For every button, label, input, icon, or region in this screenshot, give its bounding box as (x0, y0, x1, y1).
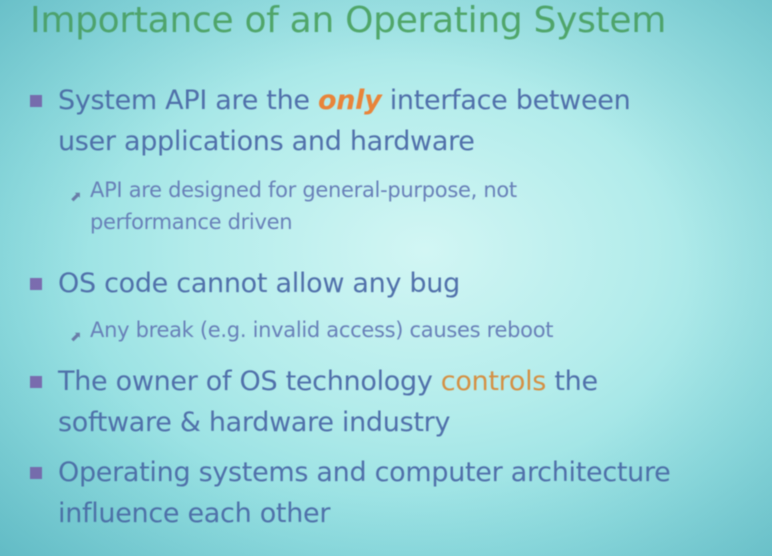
bullet-text-2: OS code cannot allow any bug (58, 268, 460, 299)
bullet-1-line1-post: interface between (381, 85, 631, 116)
bullet-1-line1-pre: System API are the (58, 85, 319, 116)
bullet-text-1: System API are the only interface betwee… (58, 80, 631, 162)
bullet-3-line1-pre: The owner of OS technology (58, 366, 441, 397)
bullet-item-1: System API are the only interface betwee… (30, 80, 631, 162)
square-bullet-icon (30, 467, 42, 479)
square-bullet-icon (30, 376, 42, 388)
bullet-4-line1: Operating systems and computer architect… (58, 457, 671, 488)
bullet-item-2: OS code cannot allow any bug (30, 263, 460, 304)
bullet-3-line1-post: the (546, 366, 598, 397)
bullet-text-4: Operating systems and computer architect… (58, 452, 671, 534)
bullet-1-line2: user applications and hardware (58, 126, 475, 157)
slide: Importance of an Operating System System… (0, 0, 772, 556)
bullet-text-3: The owner of OS technology controls the s… (58, 361, 598, 443)
sub-bullet-text-2: Any break (e.g. invalid access) causes r… (90, 318, 554, 342)
sub-bullet-1-line1: API are designed for general-purpose, no… (90, 178, 517, 202)
sub-bullet-item-1: ⬈ API are designed for general-purpose, … (70, 174, 517, 238)
bullet-item-4: Operating systems and computer architect… (30, 452, 671, 534)
square-bullet-icon (30, 278, 42, 290)
arrow-bullet-icon: ⬈ (70, 189, 82, 205)
slide-title: Importance of an Operating System (30, 0, 666, 41)
sub-bullet-item-2: ⬈ Any break (e.g. invalid access) causes… (70, 314, 553, 346)
sub-bullet-text-1: API are designed for general-purpose, no… (90, 174, 517, 238)
bullet-3-emphasis: controls (440, 366, 547, 397)
bullet-item-3: The owner of OS technology controls the s… (30, 361, 598, 443)
bullet-1-emphasis: only (318, 85, 382, 116)
bullet-4-line2: influence each other (58, 498, 331, 529)
square-bullet-icon (30, 95, 42, 107)
sub-bullet-1-line2: performance driven (90, 210, 293, 234)
bullet-3-line2: software & hardware industry (58, 407, 451, 438)
arrow-bullet-icon: ⬈ (70, 329, 82, 345)
